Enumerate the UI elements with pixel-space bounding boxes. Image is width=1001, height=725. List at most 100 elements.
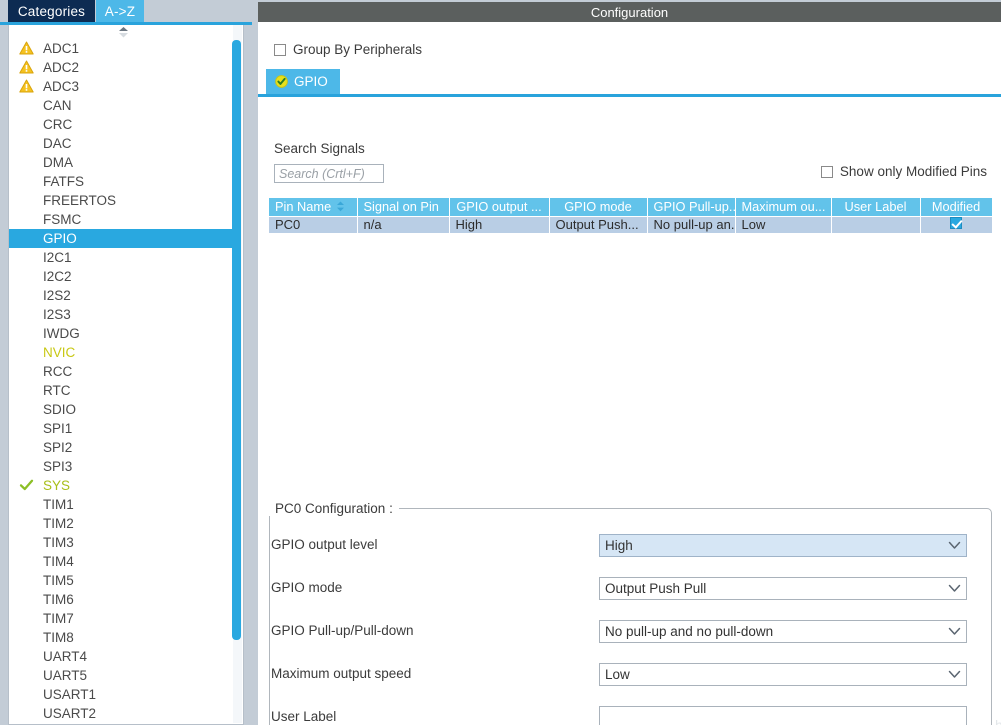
show-only-modified-pins-row[interactable]: Show only Modified Pins xyxy=(820,164,987,179)
sidebar-item-label: I2S2 xyxy=(43,288,71,303)
modified-checkbox[interactable] xyxy=(950,217,962,230)
sidebar-item-label: USART1 xyxy=(43,687,97,702)
sidebar-item-can[interactable]: CAN xyxy=(9,96,237,115)
tab-a-to-z[interactable]: A->Z xyxy=(96,0,144,22)
scroll-up-icon[interactable] xyxy=(9,25,237,39)
pin-table-header-signal-on-pin[interactable]: Signal on Pin xyxy=(357,198,450,217)
sidebar-item-uart4[interactable]: UART4 xyxy=(9,647,237,666)
sidebar-item-rtc[interactable]: RTC xyxy=(9,381,237,400)
sidebar-item-tim7[interactable]: TIM7 xyxy=(9,609,237,628)
configuration-title-bar: Configuration xyxy=(258,2,1001,22)
sidebar-item-tim5[interactable]: TIM5 xyxy=(9,571,237,590)
show-only-modified-pins-checkbox[interactable] xyxy=(820,165,833,178)
sidebar-item-tim8[interactable]: TIM8 xyxy=(9,628,237,647)
sidebar-item-tim1[interactable]: TIM1 xyxy=(9,495,237,514)
tab-categories[interactable]: Categories xyxy=(8,0,95,22)
sidebar-item-tim3[interactable]: TIM3 xyxy=(9,533,237,552)
sidebar-item-freertos[interactable]: FREERTOS xyxy=(9,191,237,210)
group-by-peripherals-checkbox[interactable] xyxy=(274,43,286,56)
sidebar-item-adc2[interactable]: ADC2 xyxy=(9,58,237,77)
pin-table-header-modified[interactable]: Modified xyxy=(920,198,993,217)
sidebar-item-iwdg[interactable]: IWDG xyxy=(9,324,237,343)
tab-gpio[interactable]: GPIO xyxy=(266,69,340,94)
value-gpio-output-level: High xyxy=(605,538,633,553)
sidebar-item-label: UART4 xyxy=(43,649,88,664)
sidebar-item-spi1[interactable]: SPI1 xyxy=(9,419,237,438)
sidebar-item-spi3[interactable]: SPI3 xyxy=(9,457,237,476)
sidebar-item-usart1[interactable]: USART1 xyxy=(9,685,237,704)
sidebar-item-i2c2[interactable]: I2C2 xyxy=(9,267,237,286)
cell-modified[interactable] xyxy=(920,216,993,233)
chevron-down-icon[interactable] xyxy=(942,535,966,556)
sidebar-item-tim2[interactable]: TIM2 xyxy=(9,514,237,533)
sidebar-item-sdio[interactable]: SDIO xyxy=(9,400,237,419)
table-row[interactable]: PC0 n/a High Output Push... No pull-up an...… xyxy=(269,216,993,233)
field-row-user-label: User Label xyxy=(258,706,981,725)
pin-table-header-maximum-ou[interactable]: Maximum ou... xyxy=(735,198,832,217)
value-gpio-mode: Output Push Pull xyxy=(605,581,707,596)
sort-arrows-icon[interactable] xyxy=(336,200,345,215)
input-user-label[interactable] xyxy=(599,706,967,725)
sidebar-item-usart2[interactable]: USART2 xyxy=(9,704,237,723)
sidebar-item-label: FREERTOS xyxy=(43,193,117,208)
sidebar-item-uart5[interactable]: UART5 xyxy=(9,666,237,685)
left-scrollbar-track[interactable] xyxy=(232,25,242,723)
sidebar-item-sys[interactable]: SYS xyxy=(9,476,237,495)
pin-table-body[interactable]: PC0 n/a High Output Push... No pull-up an...… xyxy=(269,216,993,233)
pin-table-header-pin-name[interactable]: Pin Name xyxy=(269,198,358,217)
dropdown-gpio-mode[interactable]: Output Push Pull xyxy=(599,577,967,600)
sidebar-item-dac[interactable]: DAC xyxy=(9,134,237,153)
pin-table-header-label: Signal on Pin xyxy=(363,199,439,215)
dropdown-maximum-output-speed[interactable]: Low xyxy=(599,663,967,686)
pin-table-header-row: Pin Name Signal on Pin GPIO output ... GPIO… xyxy=(269,198,993,217)
tab-gpio-label: GPIO xyxy=(294,74,328,89)
pin-table-header-gpio-mode[interactable]: GPIO mode xyxy=(549,198,648,217)
tab-categories-label: Categories xyxy=(17,3,86,19)
sidebar-item-i2s3[interactable]: I2S3 xyxy=(9,305,237,324)
sidebar-item-i2s2[interactable]: I2S2 xyxy=(9,286,237,305)
sidebar-item-tim4[interactable]: TIM4 xyxy=(9,552,237,571)
chevron-down-icon[interactable] xyxy=(942,664,966,685)
tab-a-to-z-label: A->Z xyxy=(104,3,136,19)
peripheral-list-frame: ADC1 ADC2 ADC3 CAN CRC DAC DMA FATFS FREERTOS FSM… xyxy=(8,25,244,725)
field-row-maximum-output-speed: Maximum output speed Low xyxy=(258,663,981,687)
sidebar-item-fsmc[interactable]: FSMC xyxy=(9,210,237,229)
sidebar-item-label: TIM2 xyxy=(43,516,74,531)
label-gpio-mode: GPIO mode xyxy=(271,580,343,595)
chevron-down-icon[interactable] xyxy=(942,621,966,642)
sidebar-item-nvic[interactable]: NVIC xyxy=(9,343,237,362)
sidebar-item-crc[interactable]: CRC xyxy=(9,115,237,134)
pin-table-header-gpio-pull-up[interactable]: GPIO Pull-up... xyxy=(647,198,736,217)
chevron-down-icon[interactable] xyxy=(942,578,966,599)
sidebar-item-i2c1[interactable]: I2C1 xyxy=(9,248,237,267)
peripheral-list[interactable]: ADC1 ADC2 ADC3 CAN CRC DAC DMA FATFS FREERTOS FSM… xyxy=(9,39,237,723)
check-circle-icon xyxy=(275,75,288,88)
sidebar-item-label: SYS xyxy=(43,478,71,493)
sidebar-item-adc1[interactable]: ADC1 xyxy=(9,39,237,58)
sidebar-item-label: USART2 xyxy=(43,706,97,721)
sidebar-item-spi2[interactable]: SPI2 xyxy=(9,438,237,457)
sidebar-item-adc3[interactable]: ADC3 xyxy=(9,77,237,96)
label-gpio-pull-up-pull-down: GPIO Pull-up/Pull-down xyxy=(271,623,414,638)
sidebar-item-dma[interactable]: DMA xyxy=(9,153,237,172)
sidebar-item-tim6[interactable]: TIM6 xyxy=(9,590,237,609)
sidebar-item-gpio[interactable]: GPIO xyxy=(9,229,237,248)
group-by-peripherals-row[interactable]: Group By Peripherals xyxy=(274,42,422,57)
dropdown-gpio-output-level[interactable]: High xyxy=(599,534,967,557)
sidebar-item-label: DAC xyxy=(43,136,72,151)
peripheral-tabstrip-underline xyxy=(258,94,1001,97)
pin-table-header-user-label[interactable]: User Label xyxy=(831,198,921,217)
search-input[interactable] xyxy=(274,164,384,183)
sidebar-item-rcc[interactable]: RCC xyxy=(9,362,237,381)
sidebar-item-label: CRC xyxy=(43,117,73,132)
dropdown-gpio-pull-up-pull-down[interactable]: No pull-up and no pull-down xyxy=(599,620,967,643)
sidebar-item-fatfs[interactable]: FATFS xyxy=(9,172,237,191)
pin-table[interactable]: Pin Name Signal on Pin GPIO output ... GPIO… xyxy=(269,198,993,233)
sidebar-item-label: TIM8 xyxy=(43,630,74,645)
field-row-gpio-pull-up-pull-down: GPIO Pull-up/Pull-down No pull-up and no … xyxy=(258,620,981,644)
sidebar-item-label: SPI1 xyxy=(43,421,73,436)
left-scrollbar-thumb[interactable] xyxy=(232,40,241,640)
pin-table-header-gpio-output[interactable]: GPIO output ... xyxy=(449,198,550,217)
sidebar-item-label: UART5 xyxy=(43,668,88,683)
warning-triangle-icon xyxy=(19,41,34,56)
